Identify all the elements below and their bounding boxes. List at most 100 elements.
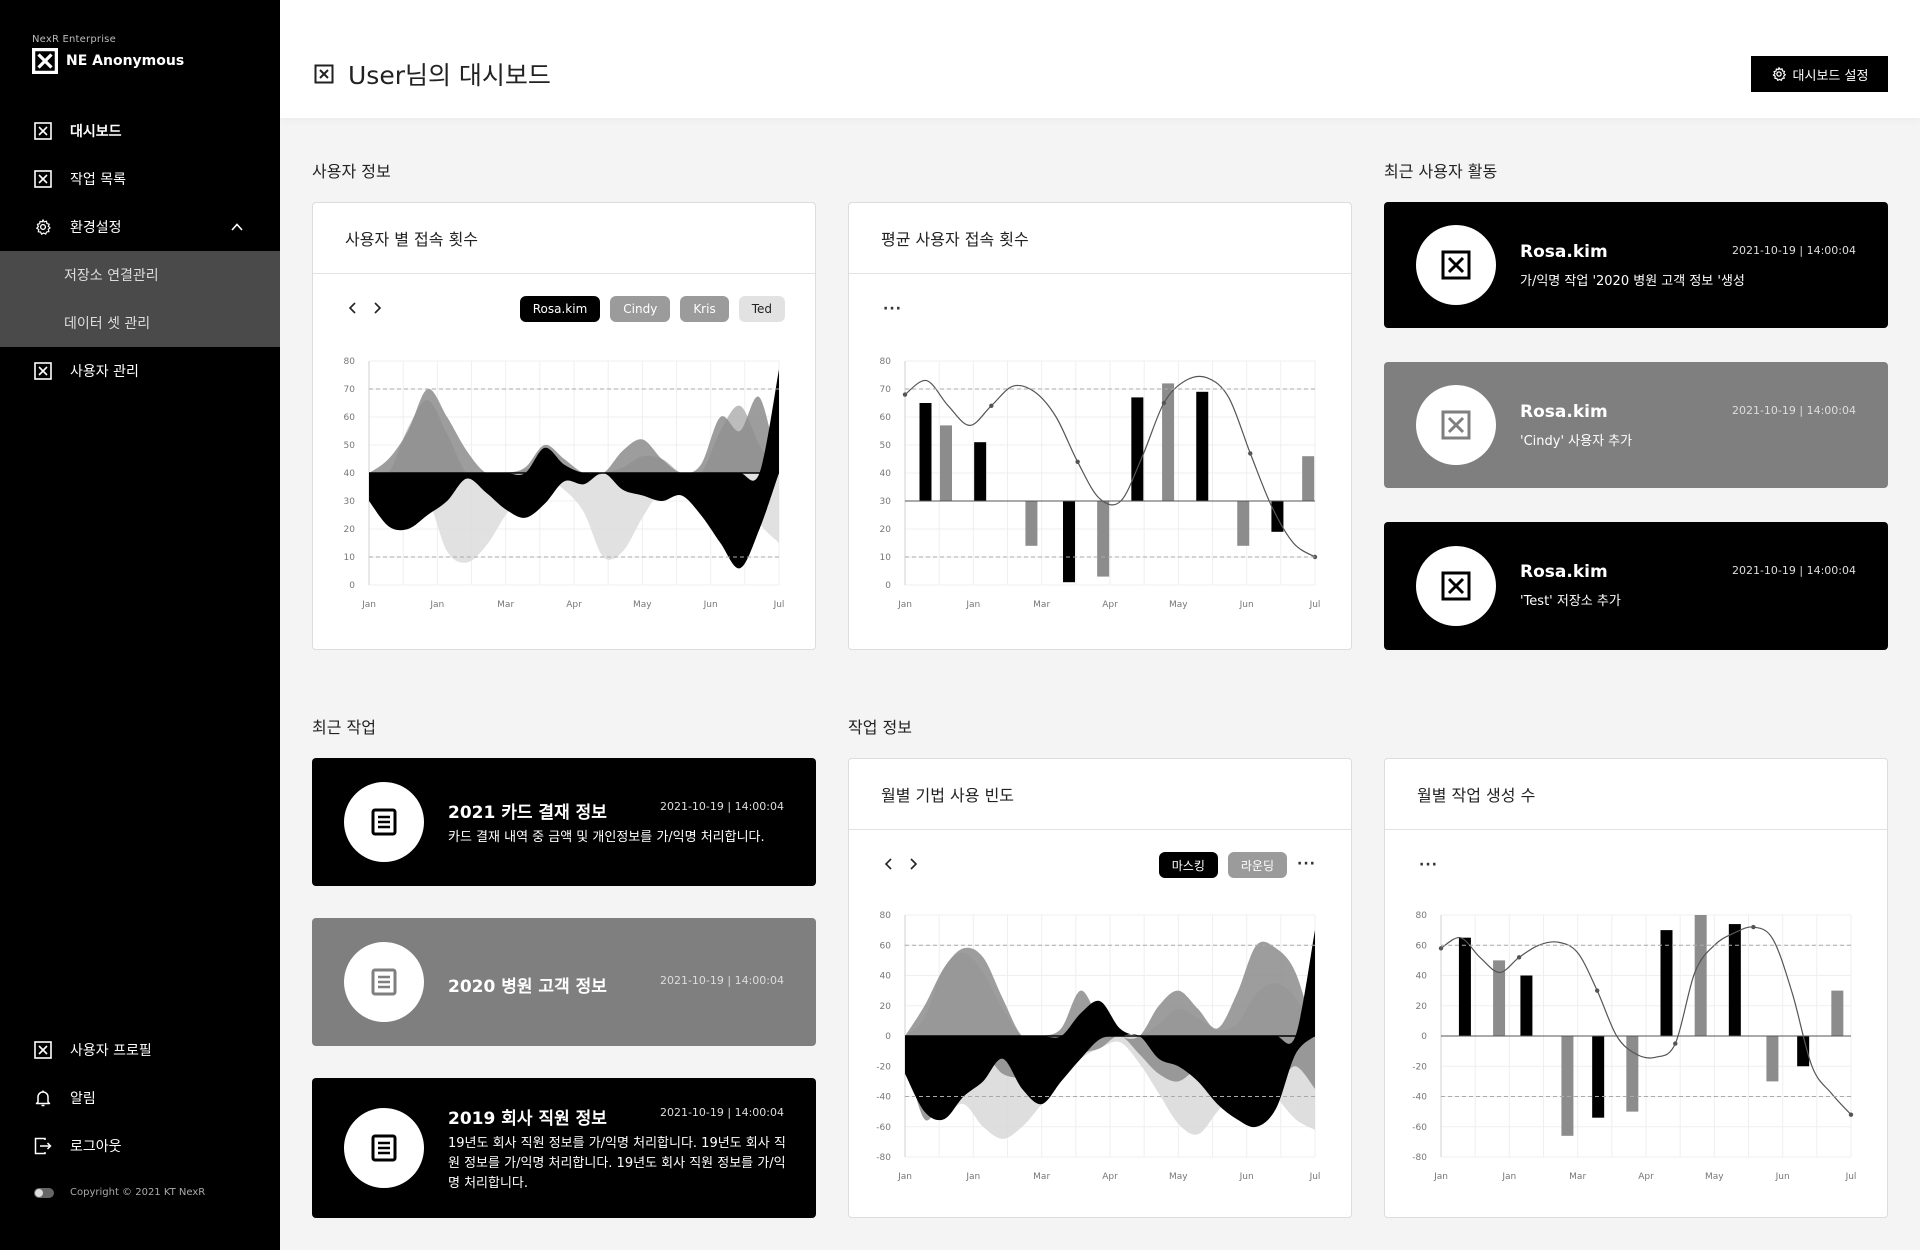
chevron-up-icon[interactable] [230, 220, 244, 234]
sidebar-item-logout[interactable]: 로그아웃 [0, 1122, 280, 1170]
y-tick-label: -40 [876, 1093, 891, 1103]
x-tick-label: May [633, 600, 652, 610]
x-tick-label: Apr [1102, 600, 1118, 610]
y-tick-label: 0 [885, 581, 891, 591]
x-tick-label: Jun [1239, 600, 1254, 610]
section-title-recent-activity: 최근 사용자 활동 [1384, 162, 1498, 181]
y-tick-label: 0 [349, 581, 355, 591]
bar [1728, 924, 1741, 1036]
y-tick-label: -60 [876, 1123, 891, 1133]
activity-time: 14:00:04 [1806, 244, 1856, 257]
activity-timestamp: 2021-10-19 | 14:00:04 [1731, 404, 1856, 417]
task-time: 14:00:04 [734, 974, 784, 987]
bar [1626, 1036, 1639, 1112]
x-tick-label: Jul [1309, 600, 1321, 610]
x-box-icon [1441, 571, 1471, 601]
trend-point [1673, 1041, 1678, 1046]
trend-point [1248, 451, 1253, 456]
brand[interactable]: NexR Enterprise NE Anonymous [32, 34, 184, 74]
bar [1660, 930, 1673, 1036]
sidebar-item-profile[interactable]: 사용자 프로필 [0, 1026, 280, 1074]
y-tick-label: 20 [880, 1002, 892, 1012]
activity-date: 2021-10-19 [1731, 564, 1796, 577]
activity-card[interactable]: Rosa.kim 2021-10-19 | 14:00:04 'Test' 저장… [1384, 522, 1888, 650]
task-card[interactable]: 2021 카드 결재 정보 2021-10-19 | 14:00:04 카드 결… [312, 758, 816, 886]
x-tick-label: Jul [1845, 1172, 1857, 1182]
activity-date: 2021-10-19 [1731, 244, 1796, 257]
x-tick-label: Mar [497, 600, 514, 610]
x-tick-label: Jan [965, 600, 980, 610]
task-card[interactable]: 2020 병원 고객 정보 2021-10-19 | 14:00:04 [312, 918, 816, 1046]
x-tick-label: Jan [429, 600, 444, 610]
copyright-text: Copyright © 2021 KT NexR [70, 1187, 206, 1198]
sidebar: NexR Enterprise NE Anonymous 대시보드 작업 목록 … [0, 0, 280, 1250]
x-tick-label: Jan [897, 600, 912, 610]
y-tick-label: -60 [1412, 1123, 1427, 1133]
sidebar-item-storage-connections[interactable]: 저장소 연결관리 [0, 251, 280, 299]
dashboard-settings-button[interactable]: 대시보드 설정 [1751, 56, 1888, 92]
document-avatar [344, 1108, 424, 1188]
sidebar-item-user-management[interactable]: 사용자 관리 [0, 347, 280, 395]
dashboard-settings-label: 대시보드 설정 [1792, 68, 1869, 84]
task-title: 2020 병원 고객 정보 [448, 977, 607, 997]
logout-icon [34, 1137, 52, 1155]
gear-icon [1772, 67, 1786, 81]
document-avatar [344, 782, 424, 862]
bar [1766, 1036, 1779, 1082]
bar [1520, 975, 1533, 1036]
activity-desc: 가/익명 작업 '2020 병원 고객 정보 '생성 [1520, 274, 1745, 289]
x-tick-label: Jun [703, 600, 718, 610]
task-title: 2019 회사 직원 정보 [448, 1109, 607, 1129]
trend-point [902, 392, 908, 397]
bar [1063, 501, 1075, 583]
brand-name: NE Anonymous [66, 53, 185, 69]
activity-card[interactable]: Rosa.kim 2021-10-19 | 14:00:04 'Cindy' 사… [1384, 362, 1888, 488]
y-tick-label: 60 [880, 413, 892, 423]
avg-access-card: 평균 사용자 접속 횟수 ··· 0 10 20 30 40 50 60 70 80 Jan Jan… [848, 202, 1352, 650]
theme-toggle[interactable] [34, 1187, 54, 1198]
x-tick-label: Jan [897, 1172, 912, 1182]
sidebar-item-dashboard[interactable]: 대시보드 [0, 107, 280, 155]
x-tick-label: Mar [1033, 600, 1050, 610]
activity-card[interactable]: Rosa.kim 2021-10-19 | 14:00:04 가/익명 작업 '… [1384, 202, 1888, 328]
section-title-task-info: 작업 정보 [848, 718, 912, 737]
activity-user: Rosa.kim [1520, 242, 1608, 262]
sidebar-item-dataset-management[interactable]: 데이터 셋 관리 [0, 299, 280, 347]
avatar [1416, 385, 1496, 465]
activity-timestamp: 2021-10-19 | 14:00:04 [1731, 244, 1856, 257]
trend-point [1516, 955, 1522, 960]
activity-timestamp: 2021-10-19 | 14:00:04 [1731, 564, 1856, 577]
logo-icon [32, 48, 58, 74]
sidebar-item-label: 대시보드 [70, 124, 122, 140]
avg-access-chart: 0 10 20 30 40 50 60 70 80 Jan Jan Mar Apr May Jun Jul [880, 357, 1321, 610]
x-box-icon [34, 1041, 52, 1059]
sidebar-item-task-list[interactable]: 작업 목록 [0, 155, 280, 203]
y-tick-label: 80 [344, 357, 356, 367]
copyright: Copyright © 2021 KT NexR [34, 1187, 205, 1198]
sidebar-item-label: 알림 [70, 1091, 96, 1107]
y-tick-label: 30 [880, 497, 892, 507]
sidebar-item-label: 환경설정 [70, 220, 122, 236]
bar [1131, 397, 1144, 501]
y-tick-label: 70 [880, 385, 892, 395]
task-card[interactable]: 2019 회사 직원 정보 2021-10-19 | 14:00:04 19년도… [312, 1078, 816, 1218]
document-icon [371, 968, 397, 996]
page-header: User님의 대시보드 대시보드 설정 [280, 0, 1920, 118]
section-title-user-info: 사용자 정보 [312, 162, 391, 181]
bar [1196, 391, 1209, 501]
avatar [1416, 546, 1496, 626]
y-tick-label: 20 [344, 525, 356, 535]
sidebar-item-notifications[interactable]: 알림 [0, 1074, 280, 1122]
bar [1271, 501, 1284, 532]
y-tick-label: 80 [880, 357, 892, 367]
trend-point [1161, 400, 1167, 406]
y-tick-label: 60 [880, 941, 892, 951]
task-date: 2021-10-19 [659, 974, 724, 987]
y-tick-label: -20 [876, 1062, 891, 1072]
sidebar-item-label: 사용자 관리 [70, 364, 139, 380]
sidebar-item-label: 로그아웃 [70, 1139, 122, 1155]
bar [974, 442, 987, 501]
sidebar-item-settings[interactable]: 환경설정 [0, 203, 280, 251]
activity-user: Rosa.kim [1520, 562, 1608, 582]
activity-desc: 'Test' 저장소 추가 [1520, 594, 1621, 609]
